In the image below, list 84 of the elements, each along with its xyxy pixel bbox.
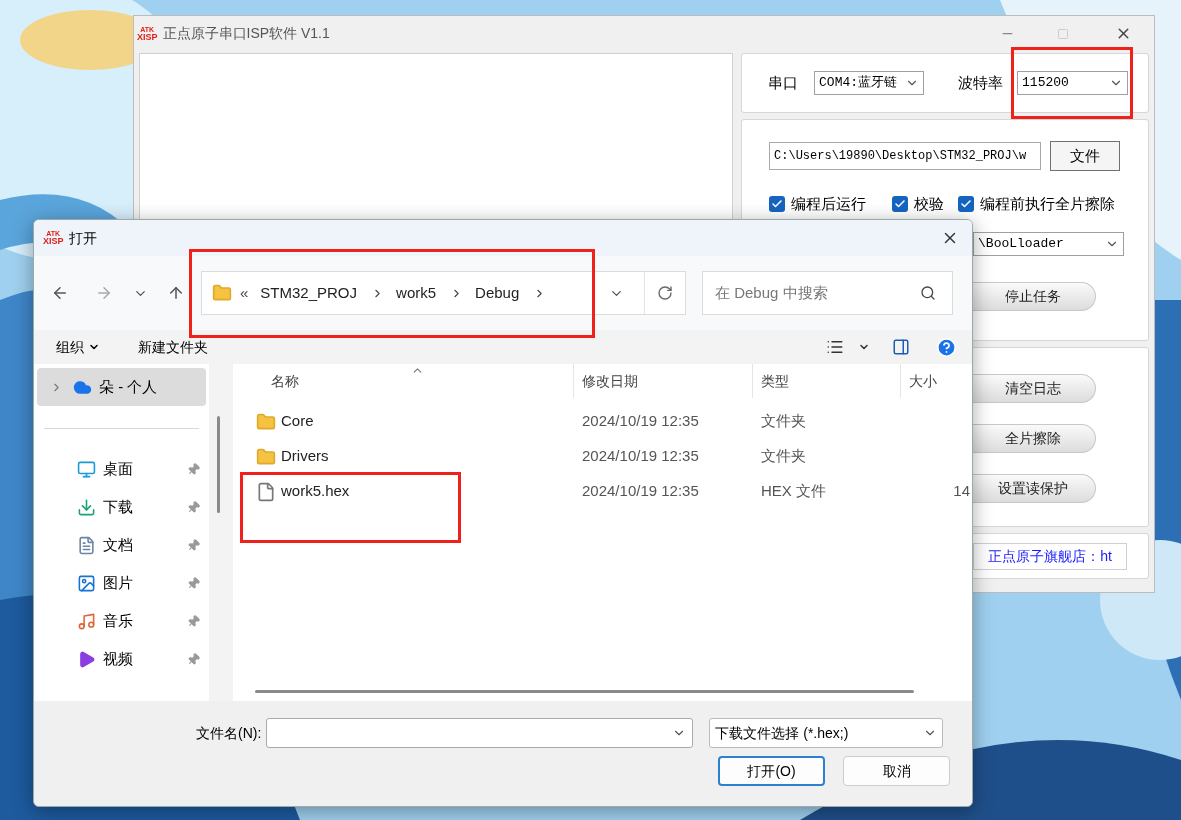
sidebar-label: 桌面: [103, 458, 133, 479]
sidebar-item[interactable]: 视频: [37, 640, 206, 678]
action-button[interactable]: 清空日志: [970, 374, 1097, 403]
column-header[interactable]: 修改日期: [574, 364, 753, 398]
column-header[interactable]: 名称: [233, 364, 574, 398]
image-icon: [77, 573, 96, 593]
organize-button[interactable]: 组织: [56, 336, 100, 358]
dialog-title: 打开: [68, 228, 97, 248]
video-icon: [77, 649, 96, 669]
window-title: 正点原子串口ISP软件 V1.1: [162, 24, 330, 43]
file-date: 2024/10/19 12:35: [581, 446, 700, 467]
sidebar-label: 音乐: [103, 610, 133, 631]
file-type-dropdown[interactable]: 下载文件选择 (*.hex;): [709, 718, 944, 748]
checkbox[interactable]: [769, 196, 786, 212]
scrollbar-thumb[interactable]: [216, 416, 220, 513]
file-type: 文件夹: [760, 411, 807, 432]
file-size: 14: [953, 481, 971, 502]
breadcrumb-item[interactable]: STM32_PROJ: [260, 281, 358, 305]
file-path-field[interactable]: C:\Users\19890\Desktop\STM32_PROJ\w: [769, 142, 1042, 170]
column-header[interactable]: 类型: [753, 364, 901, 398]
overflow-chevron[interactable]: «: [240, 281, 249, 305]
checkbox[interactable]: [892, 196, 909, 212]
sidebar-label: 下载: [103, 496, 133, 517]
checkbox-label: 编程后运行: [791, 193, 867, 214]
document-icon: [77, 535, 96, 555]
sidebar-item[interactable]: 音乐: [37, 602, 206, 640]
store-link[interactable]: 正点原子旗舰店：ht: [973, 542, 1128, 570]
baud-label: 波特率: [958, 72, 1004, 93]
file-name[interactable]: Drivers: [281, 445, 329, 468]
search-icon: [920, 285, 936, 301]
sidebar-item[interactable]: 朵 - 个人: [37, 368, 206, 406]
action-button[interactable]: 停止任务: [970, 282, 1097, 311]
file-button[interactable]: 文件: [1050, 141, 1121, 171]
folder-icon: [256, 411, 276, 432]
action-button[interactable]: 全片擦除: [970, 424, 1097, 453]
file-name-label: 文件名(N):: [196, 723, 262, 743]
refresh-icon[interactable]: [657, 285, 673, 301]
up-icon[interactable]: [167, 284, 185, 302]
new-folder-button[interactable]: 新建文件夹: [138, 336, 208, 358]
sidebar-label: 图片: [103, 572, 133, 593]
view-list-icon[interactable]: [826, 338, 844, 356]
preview-pane-icon[interactable]: [892, 338, 910, 356]
help-icon[interactable]: [936, 336, 957, 358]
sidebar-item[interactable]: 图片: [37, 564, 206, 602]
checkbox-label: 校验: [914, 193, 945, 214]
sidebar-label: 视频: [103, 648, 133, 669]
checkbox[interactable]: [958, 196, 975, 212]
action-button[interactable]: 设置读保护: [970, 474, 1097, 503]
boot-mode-dropdown[interactable]: \BooLloader: [973, 232, 1125, 256]
check-icon: [894, 198, 907, 210]
folder-icon: [212, 283, 232, 303]
column-header[interactable]: 大小: [901, 364, 961, 398]
check-icon: [771, 198, 784, 210]
breadcrumb-item[interactable]: Debug: [475, 281, 520, 305]
file-name-field[interactable]: [266, 718, 694, 748]
file-type: 文件夹: [760, 446, 807, 467]
baud-dropdown[interactable]: 115200: [1017, 71, 1129, 95]
file-date: 2024/10/19 12:35: [581, 481, 700, 502]
folder-icon: [256, 446, 276, 467]
sidebar-item[interactable]: 下载: [37, 488, 206, 526]
check-icon: [960, 198, 973, 210]
monitor-icon: [77, 459, 96, 479]
sidebar-label: 朵 - 个人: [99, 376, 158, 397]
file-type: HEX 文件: [760, 481, 827, 502]
port-dropdown[interactable]: COM4:蓝牙链: [814, 71, 925, 95]
horizontal-scrollbar[interactable]: [255, 690, 914, 693]
search-field[interactable]: 在 Debug 中搜索: [702, 271, 953, 315]
address-bar[interactable]: « STM32_PROJ work5 Debug: [201, 271, 686, 315]
sidebar-item[interactable]: 文档: [37, 526, 206, 564]
file-name[interactable]: work5.hex: [281, 480, 350, 503]
sidebar-item[interactable]: 桌面: [37, 450, 206, 488]
dialog-button[interactable]: 取消: [843, 756, 950, 786]
file-date: 2024/10/19 12:35: [581, 411, 700, 432]
sidebar-label: 文档: [103, 534, 133, 555]
download-icon: [77, 497, 96, 517]
file-icon: [256, 481, 276, 502]
search-input[interactable]: 在 Debug 中搜索: [715, 281, 920, 305]
file-name[interactable]: Core: [281, 410, 314, 433]
port-label: 串口: [768, 72, 799, 93]
breadcrumb-item[interactable]: work5: [396, 281, 437, 305]
music-icon: [77, 611, 96, 631]
back-icon[interactable]: [51, 284, 69, 302]
dialog-button[interactable]: 打开(O): [718, 756, 825, 786]
checkbox-label: 编程前执行全片擦除: [980, 193, 1116, 214]
